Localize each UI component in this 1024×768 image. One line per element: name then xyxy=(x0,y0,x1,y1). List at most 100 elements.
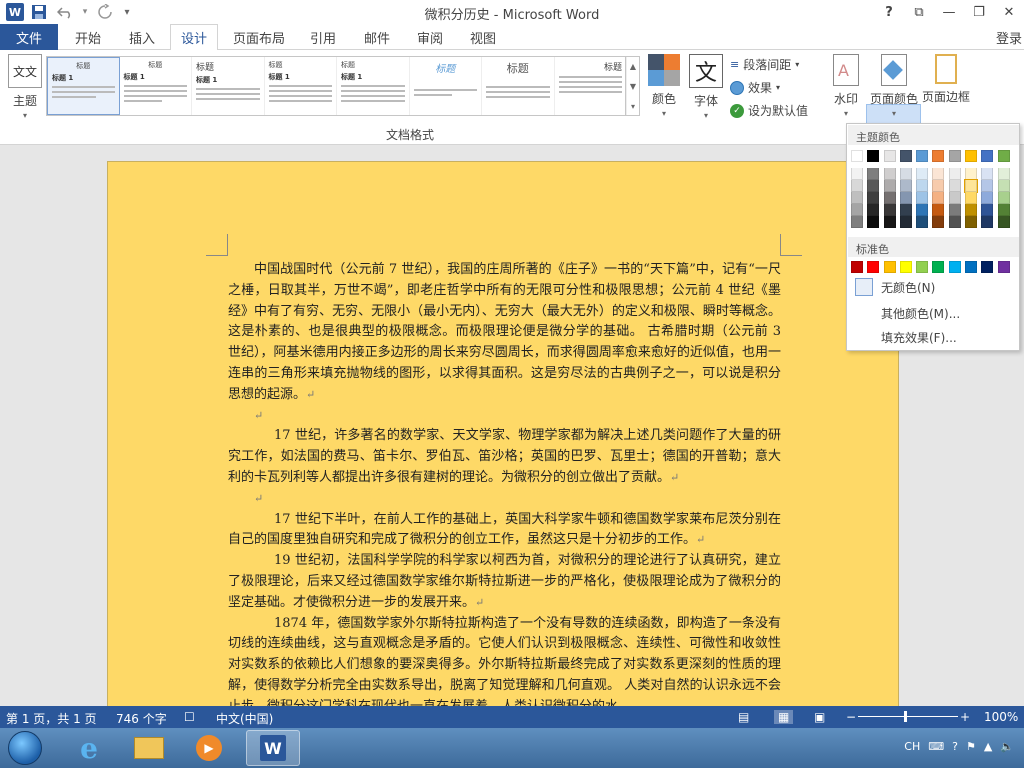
proofing-icon[interactable]: ☐ xyxy=(184,710,195,724)
color-swatch[interactable] xyxy=(867,216,880,228)
tab-file[interactable]: 文件 xyxy=(0,24,58,50)
color-swatch[interactable] xyxy=(932,204,945,216)
word-count[interactable]: 746 个字 xyxy=(116,710,167,727)
color-swatch[interactable] xyxy=(981,216,994,228)
page-color-button[interactable]: 页面颜色 ▾ xyxy=(868,54,920,118)
color-swatch[interactable] xyxy=(899,261,912,273)
color-swatch[interactable] xyxy=(916,204,929,216)
media-player-icon[interactable]: ▶ xyxy=(182,730,236,766)
color-swatch[interactable] xyxy=(883,150,896,162)
color-swatch[interactable] xyxy=(965,204,978,216)
color-swatch[interactable] xyxy=(851,150,863,162)
color-swatch[interactable] xyxy=(883,261,896,273)
style-set-item[interactable]: 标题 标题 1 xyxy=(337,57,410,115)
color-swatch[interactable] xyxy=(916,168,929,180)
color-swatch[interactable] xyxy=(851,261,863,273)
zoom-slider[interactable] xyxy=(858,711,958,722)
color-swatch[interactable] xyxy=(851,180,863,192)
style-set-item[interactable]: 标题 标题 1 xyxy=(47,57,120,115)
style-set-item[interactable]: 标题 标题 1 xyxy=(192,57,265,115)
color-swatch[interactable] xyxy=(948,204,961,216)
color-swatch[interactable] xyxy=(883,204,896,216)
colors-button[interactable]: 颜色 ▾ xyxy=(647,54,681,118)
themes-button[interactable]: 文文 主题 ▾ xyxy=(8,54,42,120)
paragraph-empty[interactable]: ↵ xyxy=(228,406,781,427)
color-swatch[interactable] xyxy=(867,150,880,162)
color-swatch[interactable] xyxy=(916,192,929,204)
color-swatch[interactable] xyxy=(948,192,961,204)
zoom-out-button[interactable]: − xyxy=(846,710,856,724)
color-swatch[interactable] xyxy=(948,216,961,228)
no-color-option[interactable]: 无颜色(N) xyxy=(851,276,1015,298)
tab-mailings[interactable]: 邮件 xyxy=(352,24,402,51)
color-swatch[interactable] xyxy=(883,192,896,204)
color-swatch[interactable] xyxy=(964,179,979,193)
web-layout-icon[interactable]: ▣ xyxy=(814,710,825,724)
start-button[interactable] xyxy=(8,731,42,765)
color-swatch[interactable] xyxy=(899,150,912,162)
help-button[interactable]: ? xyxy=(874,0,904,24)
file-explorer-icon[interactable] xyxy=(122,730,176,766)
color-swatch[interactable] xyxy=(867,168,880,180)
style-set-item[interactable]: 标题 标题 1 xyxy=(265,57,337,115)
color-swatch[interactable] xyxy=(867,204,880,216)
color-swatch[interactable] xyxy=(851,204,863,216)
fill-effects-option[interactable]: 填充效果(F)... xyxy=(851,326,1015,348)
color-swatch[interactable] xyxy=(883,168,896,180)
color-swatch[interactable] xyxy=(899,216,912,228)
color-swatch[interactable] xyxy=(899,204,912,216)
color-swatch[interactable] xyxy=(899,192,912,204)
chevron-up-icon[interactable]: ▲ xyxy=(630,62,636,71)
color-swatch[interactable] xyxy=(981,192,994,204)
color-swatch[interactable] xyxy=(981,204,994,216)
paragraph[interactable]: 1874 年，德国数学家外尔斯特拉斯构造了一个没有导数的连续函数，即构造了一条没… xyxy=(228,614,781,706)
color-swatch[interactable] xyxy=(932,168,945,180)
read-mode-icon[interactable]: ▤ xyxy=(738,710,749,724)
color-swatch[interactable] xyxy=(932,192,945,204)
language[interactable]: 中文(中国) xyxy=(216,710,273,727)
color-swatch[interactable] xyxy=(899,168,912,180)
ribbon-display-options-button[interactable]: ⧉ xyxy=(904,0,934,24)
set-as-default-button[interactable]: ✓ 设为默认值 xyxy=(730,102,808,119)
tab-design[interactable]: 设计 xyxy=(170,24,218,51)
chevron-down-icon[interactable]: ▼ xyxy=(630,82,636,91)
color-swatch[interactable] xyxy=(997,168,1010,180)
color-swatch[interactable] xyxy=(965,192,978,204)
print-layout-icon[interactable]: ▦ xyxy=(774,710,794,724)
color-swatch[interactable] xyxy=(916,216,929,228)
color-swatch[interactable] xyxy=(965,150,978,162)
color-swatch[interactable] xyxy=(997,204,1010,216)
paragraph[interactable]: 中国战国时代（公元前 7 世纪），我国的庄周所著的《庄子》一书的“天下篇”中，记… xyxy=(228,260,781,406)
tab-insert[interactable]: 插入 xyxy=(116,24,168,51)
volume-icon[interactable]: 🔈 xyxy=(1000,740,1014,753)
watermark-button[interactable]: A 水印 ▾ xyxy=(830,54,862,118)
document-body[interactable]: 中国战国时代（公元前 7 世纪），我国的庄周所著的《庄子》一书的“天下篇”中，记… xyxy=(228,260,781,706)
internet-explorer-icon[interactable]: e xyxy=(62,730,116,766)
color-swatch[interactable] xyxy=(851,168,863,180)
gallery-scrollbar[interactable]: ▲ ▼ ▾ xyxy=(625,56,640,116)
color-swatch[interactable] xyxy=(948,261,961,273)
zoom-in-button[interactable]: + xyxy=(960,710,970,724)
color-swatch[interactable] xyxy=(932,150,945,162)
color-swatch[interactable] xyxy=(997,192,1010,204)
color-swatch[interactable] xyxy=(916,150,929,162)
color-swatch[interactable] xyxy=(851,216,863,228)
zoom-slider-thumb[interactable] xyxy=(904,711,907,722)
color-swatch[interactable] xyxy=(948,150,961,162)
tab-references[interactable]: 引用 xyxy=(300,24,346,51)
minimize-button[interactable]: — xyxy=(934,0,964,24)
color-swatch[interactable] xyxy=(916,261,929,273)
color-swatch[interactable] xyxy=(867,180,880,192)
paragraph[interactable]: 17 世纪下半叶，在前人工作的基础上，英国大科学家牛顿和德国数学家莱布尼茨分别在… xyxy=(228,510,781,552)
color-swatch[interactable] xyxy=(965,261,978,273)
show-hidden-icons-icon[interactable]: ▲ xyxy=(984,740,992,753)
paragraph-empty[interactable]: ↵ xyxy=(228,489,781,510)
color-swatch[interactable] xyxy=(867,261,880,273)
color-swatch[interactable] xyxy=(867,192,880,204)
color-swatch[interactable] xyxy=(932,180,945,192)
style-set-item[interactable]: 标题 xyxy=(482,57,555,115)
color-swatch[interactable] xyxy=(883,180,896,192)
paragraph[interactable]: 17 世纪，许多著名的数学家、天文学家、物理学家都为解决上述几类问题作了大量的研… xyxy=(228,426,781,488)
color-swatch[interactable] xyxy=(948,168,961,180)
effects-button[interactable]: 效果 ▾ xyxy=(730,79,780,96)
